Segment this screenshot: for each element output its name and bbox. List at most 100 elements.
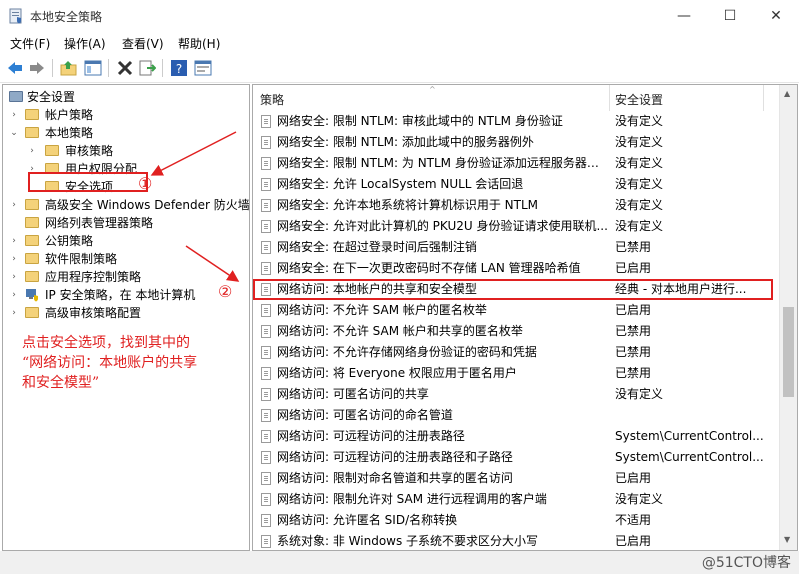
scroll-down-icon[interactable]: ▼ <box>784 535 790 544</box>
expand-chevron-icon[interactable]: › <box>9 304 19 322</box>
policy-row[interactable]: 网络安全: 在下一次更改密码时不存储 LAN 管理器哈希值 已启用 <box>253 258 773 279</box>
tree-item-label: 本地策略 <box>45 126 94 140</box>
policy-row[interactable]: 网络访问: 不允许存储网络身份验证的密码和凭据 已禁用 <box>253 342 773 363</box>
delete-icon[interactable] <box>116 59 134 77</box>
policy-row[interactable]: 网络访问: 可匿名访问的共享 没有定义 <box>253 384 773 405</box>
policy-document-icon <box>261 388 271 401</box>
expand-chevron-icon[interactable]: › <box>9 286 19 304</box>
back-arrow-icon[interactable] <box>6 59 24 77</box>
export-list-icon[interactable] <box>138 59 156 77</box>
policy-row[interactable]: 网络访问: 将 Everyone 权限应用于匿名用户 已禁用 <box>253 363 773 384</box>
policy-row[interactable]: 网络访问: 限制对命名管道和共享的匿名访问 已启用 <box>253 468 773 489</box>
policy-setting: 已禁用 <box>615 366 652 380</box>
title-bar: 本地安全策略 — ☐ ✕ <box>0 0 799 32</box>
policy-name: 网络访问: 允许匿名 SID/名称转换 <box>277 513 458 527</box>
expand-chevron-icon[interactable]: › <box>9 232 19 250</box>
policy-name: 网络访问: 本地帐户的共享和安全模型 <box>277 282 477 296</box>
expand-chevron-icon[interactable]: › <box>9 106 19 124</box>
expand-chevron-icon[interactable]: › <box>27 142 37 160</box>
security-options-highlight-box <box>28 172 148 192</box>
annotation-instruction-line2: “网络访问：本地账户的共享 <box>22 355 198 371</box>
policy-document-icon <box>261 304 271 317</box>
maximize-button[interactable]: ☐ <box>707 0 753 32</box>
policy-row[interactable]: 网络安全: 限制 NTLM: 为 NTLM 身份验证添加远程服务器例外 没有定义 <box>253 153 773 174</box>
policy-document-icon <box>261 451 271 464</box>
properties-icon[interactable] <box>194 59 212 77</box>
policy-setting: 没有定义 <box>615 156 664 170</box>
tree-item-label: 公钥策略 <box>45 234 94 248</box>
folder-icon <box>25 235 39 246</box>
policy-setting: 没有定义 <box>615 177 664 191</box>
policy-row[interactable]: 网络安全: 允许对此计算机的 PKU2U 身份验证请求使用联机... 没有定义 <box>253 216 773 237</box>
policy-row[interactable]: 网络访问: 限制允许对 SAM 进行远程调用的客户端 没有定义 <box>253 489 773 510</box>
policy-row[interactable]: 网络访问: 可远程访问的注册表路径和子路径 System\CurrentContr… <box>253 447 773 468</box>
policy-name: 网络安全: 允许 LocalSystem NULL 会话回退 <box>277 177 524 191</box>
up-folder-icon[interactable] <box>60 59 78 77</box>
folder-icon <box>25 307 39 318</box>
expand-chevron-icon[interactable]: › <box>9 250 19 268</box>
expand-chevron-icon[interactable]: › <box>9 196 19 214</box>
policy-row[interactable]: 系统对象: 非 Windows 子系统不要求区分大小写 已启用 <box>253 531 773 550</box>
policy-name: 网络访问: 不允许 SAM 帐户和共享的匿名枚举 <box>277 324 523 338</box>
column-separator[interactable] <box>763 85 764 111</box>
policy-setting: 没有定义 <box>615 135 664 149</box>
forward-arrow-icon[interactable] <box>28 59 46 77</box>
toolbar-separator <box>52 59 53 77</box>
policy-name: 网络安全: 限制 NTLM: 为 NTLM 身份验证添加远程服务器例外 <box>277 156 609 170</box>
policy-row[interactable]: 网络访问: 可远程访问的注册表路径 System\CurrentControl..… <box>253 426 773 447</box>
column-header-setting[interactable]: 安全设置 <box>615 85 663 111</box>
policy-setting: 已禁用 <box>615 240 652 254</box>
column-separator[interactable] <box>609 85 610 111</box>
window-title: 本地安全策略 <box>30 10 103 24</box>
policy-row[interactable]: 网络访问: 允许匿名 SID/名称转换 不适用 <box>253 510 773 531</box>
close-button[interactable]: ✕ <box>753 0 799 32</box>
column-header-policy[interactable]: 策略 <box>260 85 284 111</box>
policy-name: 网络安全: 在下一次更改密码时不存储 LAN 管理器哈希值 <box>277 261 581 275</box>
policy-setting: 已禁用 <box>615 345 652 359</box>
expand-chevron-icon[interactable]: › <box>9 268 19 286</box>
collapse-chevron-icon[interactable]: ⌄ <box>9 124 19 142</box>
toolbar: ? <box>0 54 799 83</box>
policy-name: 网络访问: 可匿名访问的共享 <box>277 387 429 401</box>
policy-row-network-access-sharing-model[interactable]: 网络访问: 本地帐户的共享和安全模型 经典 - 对本地用户进行... <box>253 279 773 300</box>
menu-view[interactable]: 查看(V) <box>122 35 164 52</box>
tree-item-label: 应用程序控制策略 <box>45 270 142 284</box>
policy-document-icon <box>261 493 271 506</box>
policy-name: 网络访问: 可远程访问的注册表路径 <box>277 429 465 443</box>
policy-document-icon <box>261 367 271 380</box>
policy-name: 网络访问: 不允许存储网络身份验证的密码和凭据 <box>277 345 537 359</box>
policy-setting: System\CurrentControl... <box>615 429 764 443</box>
policy-row[interactable]: 网络访问: 可匿名访问的命名管道 <box>253 405 773 426</box>
status-bar <box>0 551 799 574</box>
policy-row[interactable]: 网络安全: 允许 LocalSystem NULL 会话回退 没有定义 <box>253 174 773 195</box>
menu-action[interactable]: 操作(A) <box>64 35 106 52</box>
policy-document-icon <box>261 472 271 485</box>
policy-setting: 经典 - 对本地用户进行... <box>615 282 747 296</box>
policy-document-icon <box>261 199 271 212</box>
policy-row[interactable]: 网络安全: 限制 NTLM: 审核此域中的 NTLM 身份验证 没有定义 <box>253 111 773 132</box>
scroll-up-icon[interactable]: ▲ <box>784 89 790 98</box>
policy-row[interactable]: 网络访问: 不允许 SAM 帐户的匿名枚举 已启用 <box>253 300 773 321</box>
menu-file[interactable]: 文件(F) <box>10 35 50 52</box>
policy-document-icon <box>261 241 271 254</box>
policy-name: 网络安全: 限制 NTLM: 审核此域中的 NTLM 身份验证 <box>277 114 563 128</box>
policy-document-icon <box>261 535 271 548</box>
policy-document-icon <box>261 136 271 149</box>
policy-row[interactable]: 网络安全: 在超过登录时间后强制注销 已禁用 <box>253 237 773 258</box>
menu-help[interactable]: 帮助(H) <box>178 35 220 52</box>
show-hide-tree-icon[interactable] <box>84 59 102 77</box>
policy-row[interactable]: 网络安全: 允许本地系统将计算机标识用于 NTLM 没有定义 <box>253 195 773 216</box>
console-tree: 安全设置 › 帐户策略 ⌄ 本地策略 › 审核策略 › 用户权限分配 安全选项 … <box>2 84 250 551</box>
tree-item-label: 网络列表管理器策略 <box>45 216 154 230</box>
help-icon[interactable]: ? <box>170 59 188 77</box>
policy-name: 网络访问: 可远程访问的注册表路径和子路径 <box>277 450 513 464</box>
scrollbar-thumb[interactable] <box>783 307 794 397</box>
policy-setting: 没有定义 <box>615 387 664 401</box>
policy-row[interactable]: 网络访问: 不允许 SAM 帐户和共享的匿名枚举 已禁用 <box>253 321 773 342</box>
policy-setting: 没有定义 <box>615 219 664 233</box>
policy-row[interactable]: 网络安全: 限制 NTLM: 添加此域中的服务器例外 没有定义 <box>253 132 773 153</box>
minimize-button[interactable]: — <box>661 0 707 32</box>
vertical-scrollbar[interactable]: ▲ ▼ <box>779 85 797 550</box>
tree-item-label: 高级审核策略配置 <box>45 306 142 320</box>
policy-document-icon <box>261 262 271 275</box>
